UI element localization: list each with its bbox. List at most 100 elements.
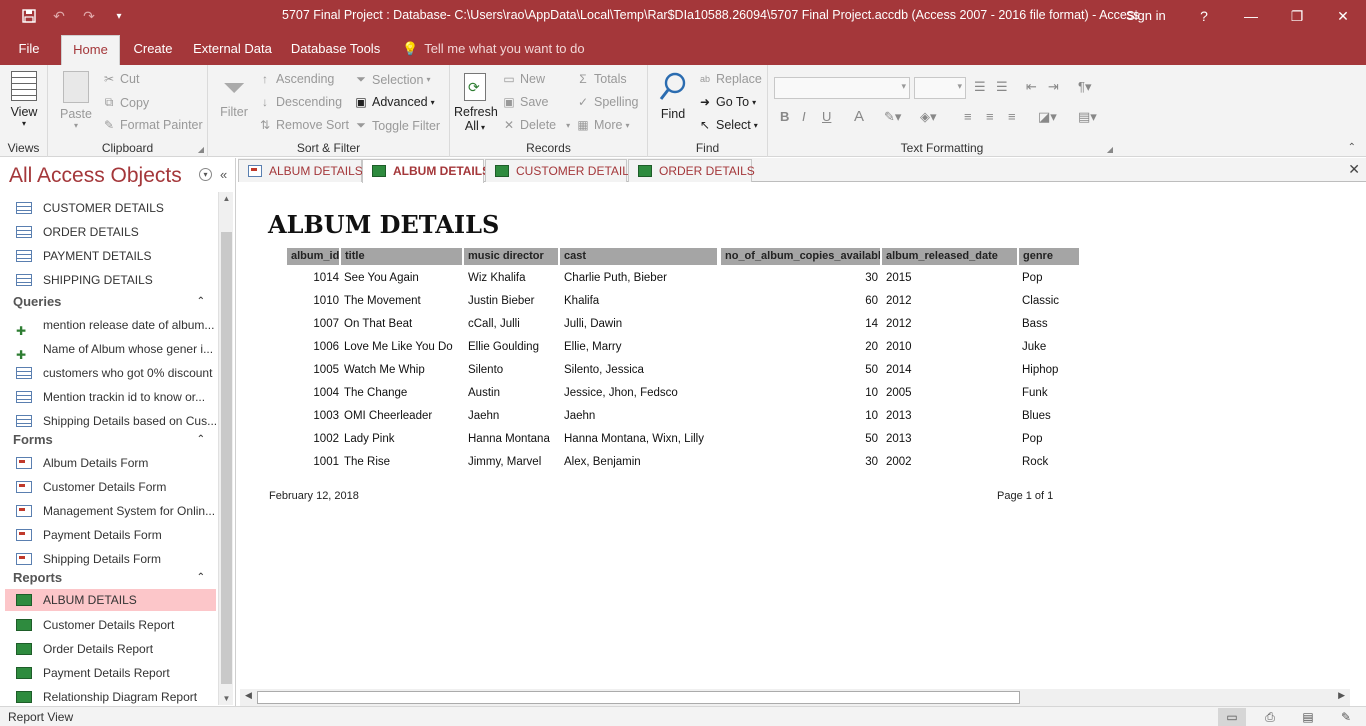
nav-pane-scrollbar[interactable]: ▲ ▼ (218, 192, 233, 705)
shutter-bar-collapse-icon[interactable]: « (220, 167, 227, 182)
refresh-all-button[interactable]: ⟳ Refresh All ▾ (454, 73, 498, 133)
new-record-button[interactable]: ▭ New (502, 72, 545, 86)
collapse-ribbon-icon[interactable]: ⌃ (1348, 142, 1356, 153)
nav-report-item[interactable]: Relationship Diagram Report (5, 685, 216, 704)
align-center-icon[interactable]: ≡ (986, 109, 994, 124)
scrollbar-thumb[interactable] (257, 691, 1020, 704)
remove-sort-button[interactable]: ⇅ Remove Sort (258, 118, 349, 132)
align-right-icon[interactable]: ≡ (1008, 109, 1016, 124)
tab-file[interactable]: File (10, 32, 48, 65)
font-size-combo[interactable] (914, 77, 966, 99)
format-painter-button[interactable]: ✎ Format Painter (102, 118, 203, 132)
spelling-button[interactable]: ✓ Spelling (576, 95, 639, 109)
italic-button[interactable]: I (802, 109, 806, 124)
align-left-icon[interactable]: ≡ (964, 109, 972, 124)
select-button[interactable]: ↖ Select ▾ (698, 118, 758, 132)
more-button[interactable]: ▦ More ▾ (576, 118, 629, 132)
nav-table-item[interactable]: ORDER DETAILS (5, 220, 216, 244)
fill-color-icon[interactable]: ◈▾ (920, 109, 937, 125)
close-document-icon[interactable]: ✕ (1348, 161, 1360, 178)
scroll-down-icon[interactable]: ▼ (219, 694, 234, 703)
font-color-button[interactable]: A (854, 108, 864, 125)
decrease-indent-icon[interactable]: ⇤ (1026, 79, 1037, 95)
totals-button[interactable]: Σ Totals (576, 72, 626, 86)
nav-form-item[interactable]: Management System for Onlin... (5, 499, 216, 523)
design-view-icon[interactable]: ✎ (1332, 708, 1360, 726)
nav-section-forms[interactable]: Forms ⌃ (13, 429, 213, 451)
nav-section-reports[interactable]: Reports ⌃ (13, 567, 213, 589)
help-button[interactable]: ? (1181, 0, 1227, 32)
numbering-icon[interactable]: ☰ (996, 79, 1008, 95)
tab-database-tools[interactable]: Database Tools (288, 32, 383, 65)
nav-table-item[interactable]: PAYMENT DETAILS (5, 244, 216, 268)
text-formatting-launcher-icon[interactable]: ◢ (1107, 145, 1113, 154)
delete-record-button[interactable]: ✕ Delete ▾ (502, 118, 570, 132)
redo-icon[interactable]: ↷ (74, 0, 104, 32)
doc-tab-album-details-form[interactable]: ALBUM DETAILS (238, 159, 363, 182)
minimize-button[interactable]: — (1228, 0, 1274, 32)
nav-query-item[interactable]: customers who got 0% discount (5, 361, 216, 385)
nav-report-item[interactable]: Payment Details Report (5, 661, 216, 685)
close-button[interactable]: ✕ (1320, 0, 1366, 32)
selection-button[interactable]: ⏷ Selection ▾ (354, 72, 430, 87)
undo-icon[interactable]: ↶ (44, 0, 74, 32)
report-view-icon[interactable]: ▭ (1218, 708, 1246, 726)
nav-form-item[interactable]: Payment Details Form (5, 523, 216, 547)
doc-tab-customer-details[interactable]: CUSTOMER DETAILS (485, 159, 637, 182)
highlight-icon[interactable]: ✎▾ (884, 109, 901, 125)
bold-button[interactable]: B (780, 109, 789, 124)
report-horizontal-scrollbar[interactable]: ◀ ▶ (240, 689, 1350, 706)
descending-button[interactable]: ↓ Descending (258, 95, 342, 109)
nav-pane-menu-icon[interactable]: ▾ (199, 168, 212, 181)
nav-table-item[interactable]: CUSTOMER DETAILS (5, 196, 216, 220)
view-button[interactable]: View ▾ (6, 71, 42, 128)
replace-button[interactable]: ab Replace (698, 72, 762, 86)
nav-form-item[interactable]: Album Details Form (5, 451, 216, 475)
gridlines-icon[interactable]: ◪▾ (1038, 109, 1057, 125)
bullets-icon[interactable]: ☰ (974, 79, 986, 95)
scroll-left-icon[interactable]: ◀ (245, 690, 252, 701)
paste-button[interactable]: Paste ▾ (56, 71, 96, 130)
underline-button[interactable]: U (822, 109, 831, 124)
font-name-combo[interactable] (774, 77, 910, 99)
nav-report-item-selected[interactable]: ALBUM DETAILS (5, 589, 216, 611)
copy-button[interactable]: ⧉ Copy (102, 95, 149, 110)
customize-qat-icon[interactable]: ▾ (104, 0, 134, 32)
restore-button[interactable]: ❐ (1274, 0, 1320, 32)
advanced-button[interactable]: ▣ Advanced ▾ (354, 95, 434, 109)
nav-report-item[interactable]: Order Details Report (5, 637, 216, 661)
filter-button[interactable]: ⏷ Filter (216, 71, 252, 119)
save-record-button[interactable]: ▣ Save (502, 95, 548, 109)
alternate-row-color-icon[interactable]: ▤▾ (1078, 109, 1097, 125)
find-button[interactable]: Find (654, 71, 692, 121)
scroll-up-icon[interactable]: ▲ (219, 194, 234, 203)
nav-report-item[interactable]: Customer Details Report (5, 613, 216, 637)
nav-section-queries[interactable]: Queries ⌃ (13, 291, 213, 313)
goto-button[interactable]: ➜ Go To ▾ (698, 95, 756, 109)
scroll-right-icon[interactable]: ▶ (1338, 690, 1345, 701)
cut-button[interactable]: ✂ Cut (102, 72, 139, 86)
nav-form-item[interactable]: Customer Details Form (5, 475, 216, 499)
paragraph-direction-icon[interactable]: ¶▾ (1078, 79, 1092, 95)
sign-in-link[interactable]: Sign in (1126, 8, 1166, 23)
nav-query-item[interactable]: ✚ mention release date of album... (5, 313, 216, 337)
print-preview-icon[interactable]: ⎙ (1256, 708, 1284, 726)
nav-pane-header[interactable]: All Access Objects (9, 164, 182, 188)
tell-me-box[interactable]: 💡 Tell me what you want to do (402, 41, 585, 57)
nav-query-item[interactable]: Mention trackin id to know or... (5, 385, 216, 409)
scrollbar-thumb[interactable] (221, 232, 232, 684)
ascending-button[interactable]: ↑ Ascending (258, 72, 334, 86)
doc-tab-album-details-report[interactable]: ALBUM DETAILS (362, 159, 490, 183)
layout-view-icon[interactable]: ▤ (1294, 708, 1322, 726)
clipboard-launcher-icon[interactable]: ◢ (198, 145, 204, 154)
doc-tab-order-details[interactable]: ORDER DETAILS (628, 159, 755, 182)
toggle-filter-button[interactable]: ⏷ Toggle Filter (354, 118, 440, 133)
save-icon[interactable] (14, 0, 44, 32)
increase-indent-icon[interactable]: ⇥ (1048, 79, 1059, 95)
clipboard-group: Paste ▾ ✂ Cut ⧉ Copy ✎ Format Painter Clipb… (48, 65, 208, 157)
tab-external-data[interactable]: External Data (190, 32, 275, 65)
tab-create[interactable]: Create (128, 32, 178, 65)
nav-table-item[interactable]: SHIPPING DETAILS (5, 268, 216, 292)
nav-query-item[interactable]: ✚ Name of Album whose gener i... (5, 337, 216, 361)
tab-home[interactable]: Home (61, 35, 120, 65)
